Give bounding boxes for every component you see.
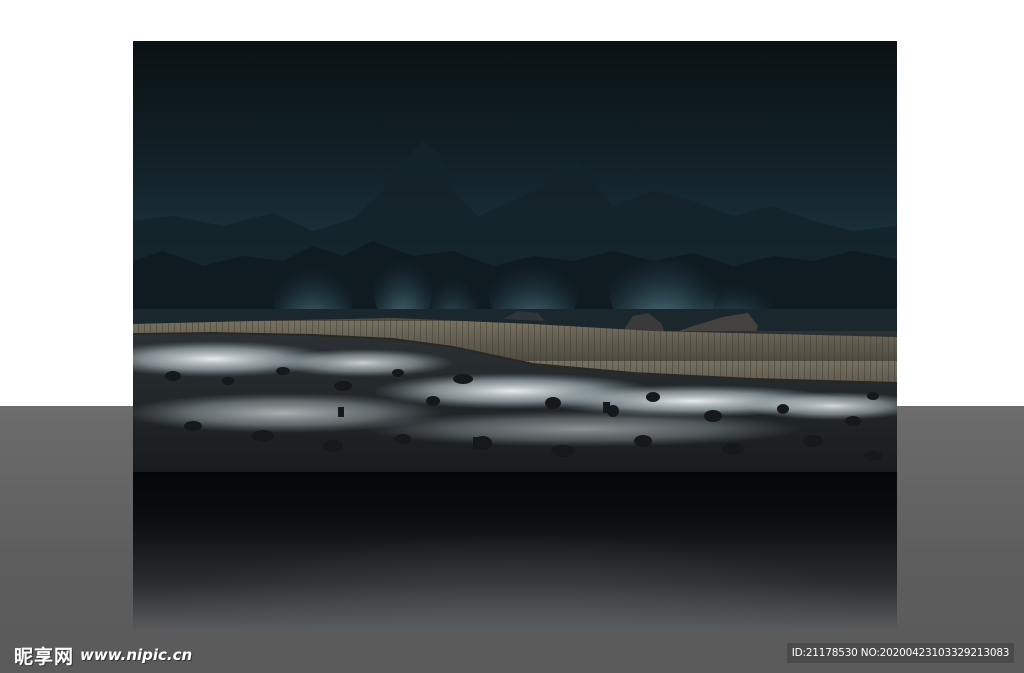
watermark-logo-text: 昵享网	[14, 645, 75, 668]
site-watermark: 昵享网 www.nipic.cn	[14, 643, 193, 668]
landscape-illustration	[133, 41, 897, 472]
night-landscape-photo	[133, 41, 897, 472]
mist	[363, 411, 803, 447]
reflection-haze	[133, 532, 897, 632]
image-id-label: ID:21178530 NO:20200423103329213083	[787, 643, 1014, 663]
watermark-url: www.nipic.cn	[80, 646, 193, 664]
mist	[273, 349, 453, 377]
photo-reflection	[133, 472, 897, 632]
